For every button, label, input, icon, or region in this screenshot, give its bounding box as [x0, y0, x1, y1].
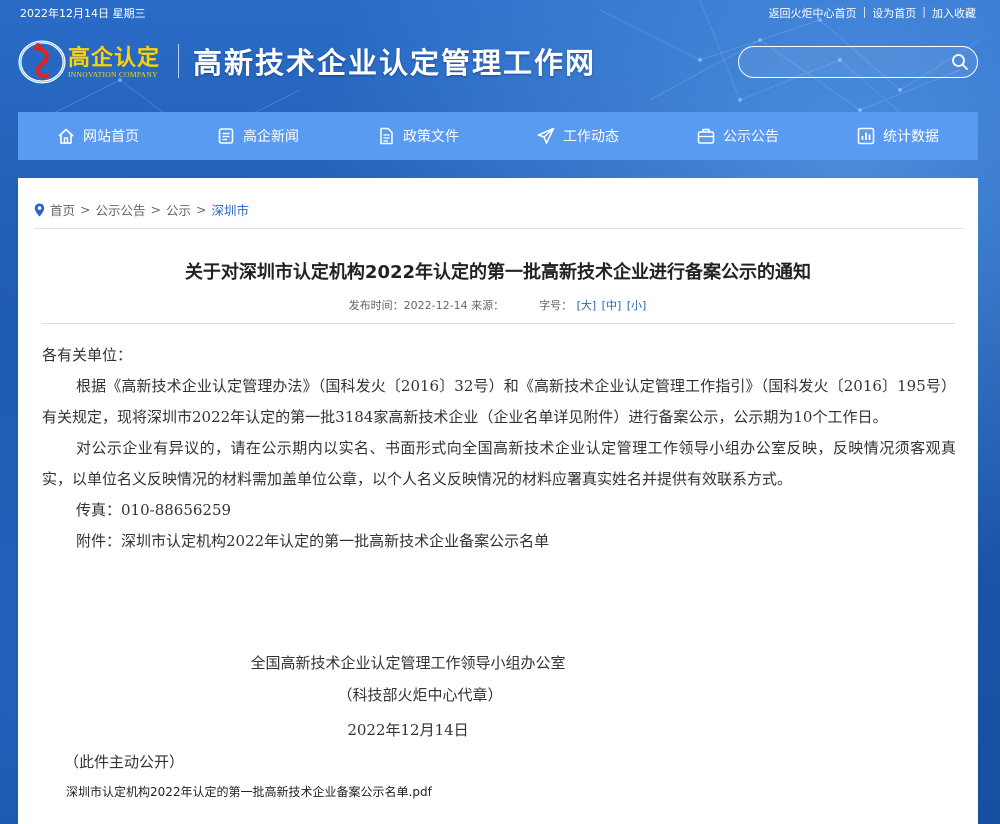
top-bar: 2022年12月14日 星期三 返回火炬中心首页 | 设为首页 | 加入收藏	[0, 0, 1000, 24]
nav-item-news[interactable]: 高企新闻	[178, 112, 338, 160]
attachment-line: 附件：深圳市认定机构2022年认定的第一批高新技术企业备案公示名单	[76, 532, 550, 550]
breadcrumb-current[interactable]: 深圳市	[212, 200, 250, 219]
nav-item-statistics[interactable]: 统计数据	[818, 112, 978, 160]
search-icon[interactable]	[951, 53, 969, 71]
home-icon	[58, 128, 74, 144]
logo-emblem-icon	[18, 40, 66, 84]
nav-item-announcements[interactable]: 公示公告	[658, 112, 818, 160]
site-logo[interactable]: 高企认定 INNOVATION COMPANY	[18, 36, 166, 88]
breadcrumb-separator: >	[196, 202, 207, 217]
salutation: 各有关单位：	[42, 346, 133, 364]
fax-line: 传真：010-88656259	[76, 501, 232, 519]
briefcase-icon	[697, 128, 715, 144]
breadcrumb-publicity[interactable]: 公示	[166, 200, 191, 219]
breadcrumb: 首页 > 公示公告 > 公示 > 深圳市	[34, 200, 249, 219]
return-torch-center-link[interactable]: 返回火炬中心首页	[769, 5, 857, 21]
breadcrumb-home[interactable]: 首页	[50, 200, 75, 219]
meta-divider	[42, 323, 955, 324]
site-title: 高新技术企业认定管理工作网	[193, 46, 597, 80]
article-meta: 发布时间：2022-12-14 来源： 字号： [大] [中] [小]	[18, 297, 978, 313]
article-title: 关于对深圳市认定机构2022年认定的第一批高新技术企业进行备案公示的通知	[184, 262, 812, 283]
public-note: （此件主动公开）	[64, 753, 185, 771]
paragraph: 根据《高新技术企业认定管理办法》（国科发火〔2016〕32号）和《高新技术企业认…	[42, 377, 956, 426]
logo-text: 高企认定	[68, 45, 161, 71]
location-pin-icon	[34, 203, 45, 216]
font-size-medium[interactable]: [中]	[602, 299, 622, 312]
link-separator: |	[862, 5, 867, 18]
search-box	[738, 46, 978, 78]
nav-item-label: 统计数据	[883, 129, 939, 145]
font-size-label: 字号：	[539, 299, 573, 312]
current-date: 2022年12月14日 星期三	[20, 7, 146, 20]
breadcrumb-announcements[interactable]: 公示公告	[96, 200, 146, 219]
breadcrumb-divider	[34, 228, 963, 229]
nav-item-label: 网站首页	[83, 129, 139, 145]
article-body: 各有关单位： 根据《高新技术企业认定管理办法》（国科发火〔2016〕32号）和《…	[42, 340, 956, 557]
top-links: 返回火炬中心首页 | 设为首页 | 加入收藏	[769, 5, 976, 21]
nav-item-label: 政策文件	[403, 129, 459, 145]
font-size-small[interactable]: [小]	[627, 299, 647, 312]
add-favorites-link[interactable]: 加入收藏	[932, 5, 976, 21]
font-size-controls: [大] [中] [小]	[576, 299, 648, 312]
signature-seal: （科技部火炬中心代章）	[337, 686, 503, 704]
header-divider	[178, 44, 179, 78]
attachment-link[interactable]: 深圳市认定机构2022年认定的第一批高新技术企业备案公示名单.pdf	[66, 783, 432, 800]
nav-item-work-updates[interactable]: 工作动态	[498, 112, 658, 160]
signature-org: 全国高新技术企业认定管理工作领导小组办公室	[250, 654, 566, 672]
article-container: 首页 > 公示公告 > 公示 > 深圳市 关于对深圳市认定机构2022年认定的第…	[18, 178, 978, 824]
chart-icon	[857, 127, 875, 145]
link-separator: |	[922, 5, 926, 18]
publish-info: 发布时间：2022-12-14 来源：	[348, 299, 505, 312]
breadcrumb-separator: >	[80, 202, 91, 217]
document-icon	[380, 127, 393, 145]
font-size-large[interactable]: [大]	[577, 299, 597, 312]
news-icon	[218, 128, 234, 144]
nav-item-policy[interactable]: 政策文件	[338, 112, 498, 160]
nav-item-home[interactable]: 网站首页	[18, 112, 178, 160]
send-icon	[537, 127, 555, 144]
nav-item-label: 公示公告	[723, 129, 779, 145]
nav-item-label: 高企新闻	[243, 129, 299, 145]
set-homepage-link[interactable]: 设为首页	[872, 5, 916, 21]
nav-item-label: 工作动态	[563, 129, 619, 145]
paragraph: 对公示企业有异议的，请在公示期内以实名、书面形式向全国高新技术企业认定管理工作领…	[42, 439, 956, 488]
logo-subtext: INNOVATION COMPANY	[68, 70, 158, 79]
main-nav: 网站首页 高企新闻 政策文件 工作动态 公示公告 统计数据	[18, 112, 978, 160]
breadcrumb-separator: >	[150, 202, 161, 217]
signature-date: 2022年12月14日	[347, 721, 469, 739]
search-input[interactable]	[751, 52, 941, 72]
